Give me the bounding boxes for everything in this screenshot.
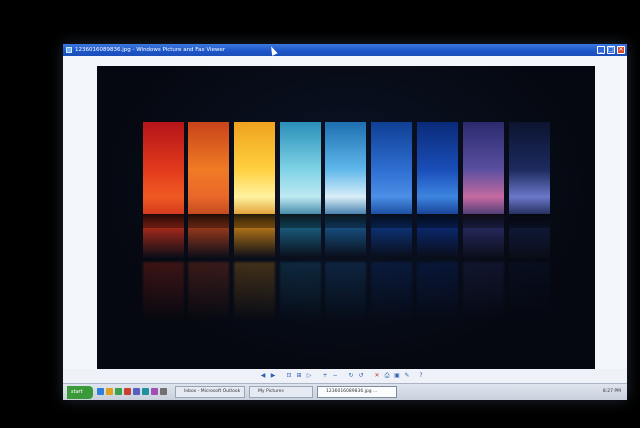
quicklaunch-app-icon[interactable] (142, 388, 149, 395)
rotate-ccw-icon[interactable]: ↺ (357, 372, 365, 380)
strip-horizon (325, 214, 366, 228)
minimize-icon: _ (599, 46, 603, 53)
taskbar-item-my-pictures[interactable]: My Pictures (249, 386, 313, 398)
strip-reflection (234, 262, 275, 322)
actual-size-icon[interactable]: ⊞ (295, 372, 303, 380)
print-icon[interactable]: ⎙ (383, 372, 391, 380)
delete-icon[interactable]: ✕ (373, 372, 381, 380)
photo-strip (371, 122, 412, 258)
task-label: 1236016089836.jpg ... (326, 389, 378, 394)
taskbar: start Inbox - Microsoft Outlook My Pictu… (63, 383, 627, 400)
photo-strip (143, 122, 184, 258)
picture-viewer-icon (66, 47, 72, 53)
strip-reflection (188, 262, 229, 322)
monitor-screen: 1236016089836.jpg - Windows Picture and … (63, 44, 627, 400)
maximize-icon: □ (608, 46, 614, 53)
photo-strip (417, 122, 458, 258)
photo-strip (509, 122, 550, 258)
window-title: 1236016089836.jpg - Windows Picture and … (75, 47, 226, 53)
quicklaunch-app-icon[interactable] (133, 388, 140, 395)
photo-strip (234, 122, 275, 258)
strip-reflection (417, 262, 458, 322)
strip-horizon (234, 214, 275, 228)
window-titlebar[interactable]: 1236016089836.jpg - Windows Picture and … (63, 44, 627, 56)
clock[interactable]: 8:27 PM (603, 389, 621, 394)
close-button[interactable]: × (617, 46, 625, 54)
minimize-button[interactable]: _ (597, 46, 605, 54)
strip-horizon (371, 214, 412, 228)
strip-horizon (509, 214, 550, 228)
strip-horizon (143, 214, 184, 228)
photo-strip (325, 122, 366, 258)
help-icon[interactable]: ? (417, 372, 425, 380)
strip-horizon (417, 214, 458, 228)
strip-reflection (280, 262, 321, 322)
best-fit-icon[interactable]: ⊡ (285, 372, 293, 380)
strip-reflection (143, 262, 184, 322)
strip-horizon (280, 214, 321, 228)
viewer-toolbar: ◀ ▶ ⊡ ⊞ ▷ + − ↻ ↺ ✕ ⎙ ▣ ✎? (63, 369, 627, 383)
rotate-cw-icon[interactable]: ↻ (347, 372, 355, 380)
quicklaunch-folder-icon[interactable] (106, 388, 113, 395)
displayed-photo[interactable] (97, 66, 595, 369)
photo-strip (280, 122, 321, 258)
quicklaunch-ie-icon[interactable] (97, 388, 104, 395)
zoom-in-icon[interactable]: + (321, 372, 329, 380)
photo-strip (188, 122, 229, 258)
strip-horizon (188, 214, 229, 228)
photo-strip (463, 122, 504, 258)
quicklaunch-app-icon[interactable] (124, 388, 131, 395)
strip-reflection (371, 262, 412, 322)
strip-reflection (509, 262, 550, 322)
system-tray: 8:27 PM (525, 386, 625, 398)
strip-reflection (325, 262, 366, 322)
task-label: My Pictures (258, 389, 284, 394)
image-viewer-area (63, 56, 627, 369)
strip-reflection (463, 262, 504, 322)
task-label: Inbox - Microsoft Outlook (184, 389, 241, 394)
taskbar-item-outlook[interactable]: Inbox - Microsoft Outlook (175, 386, 245, 398)
edit-icon[interactable]: ✎ (403, 372, 411, 380)
quicklaunch-app-icon[interactable] (160, 388, 167, 395)
slideshow-icon[interactable]: ▷ (305, 372, 313, 380)
previous-icon[interactable]: ◀ (259, 372, 267, 380)
quicklaunch-media-icon[interactable] (115, 388, 122, 395)
close-icon: × (618, 46, 624, 53)
save-icon[interactable]: ▣ (393, 372, 401, 380)
maximize-button[interactable]: □ (607, 46, 615, 54)
zoom-out-icon[interactable]: − (331, 372, 339, 380)
strip-horizon (463, 214, 504, 228)
start-label: start (71, 389, 83, 395)
taskbar-item-picture-viewer[interactable]: 1236016089836.jpg ... (317, 386, 397, 398)
next-icon[interactable]: ▶ (269, 372, 277, 380)
quicklaunch-app-icon[interactable] (151, 388, 158, 395)
start-button[interactable]: start (67, 386, 93, 399)
